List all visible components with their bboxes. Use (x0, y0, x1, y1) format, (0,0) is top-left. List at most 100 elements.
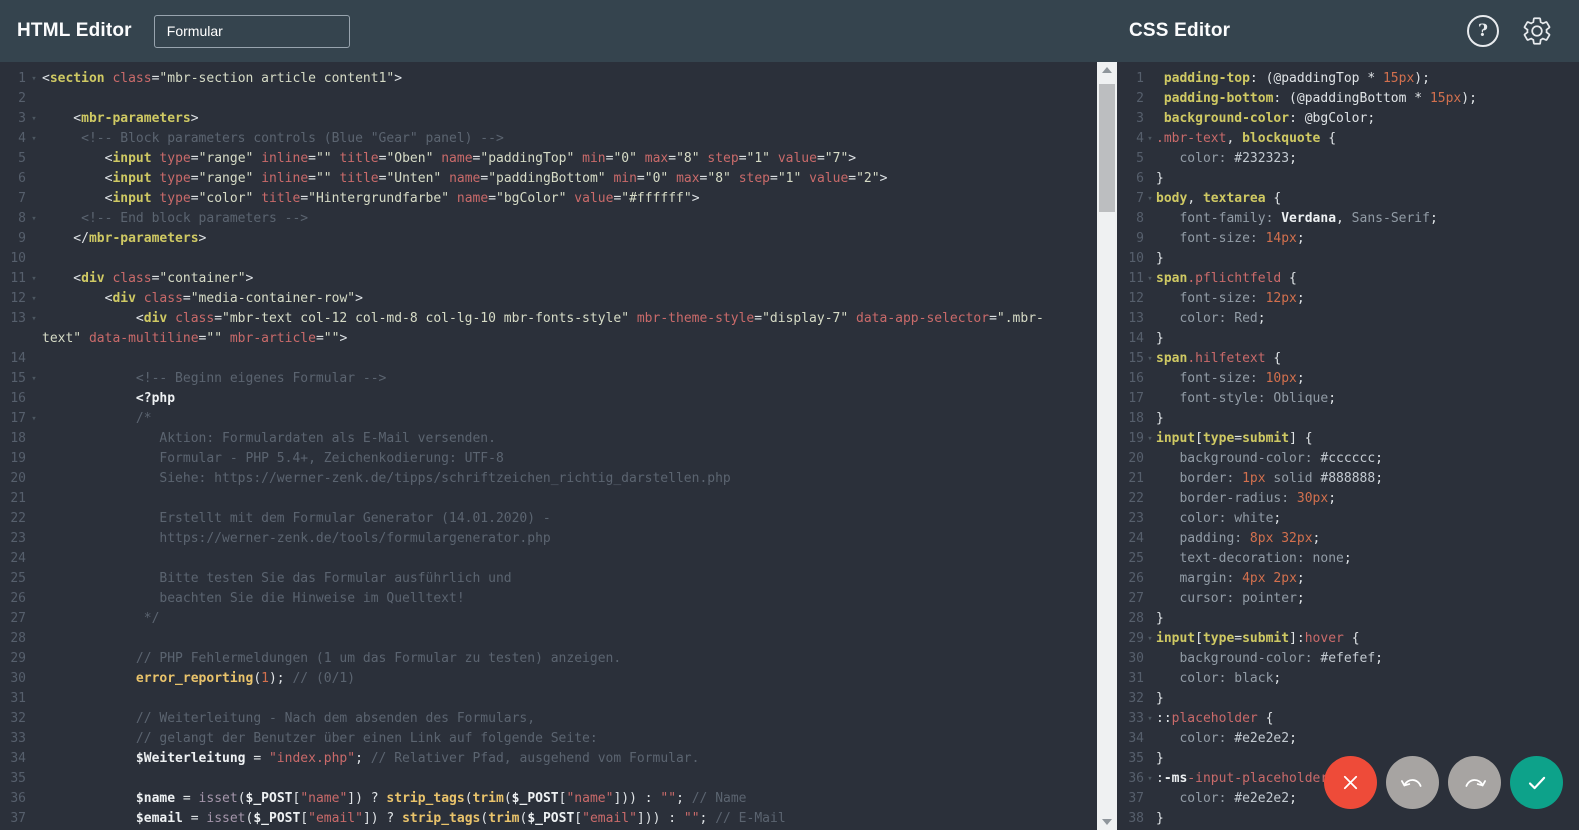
code-line[interactable]: 19▾input[type=submit] { (1117, 429, 1579, 449)
code-line[interactable]: 3 background-color: @bgColor; (1117, 109, 1579, 129)
code-line[interactable]: 5 color: #232323; (1117, 149, 1579, 169)
code-line[interactable]: 7▾body, textarea { (1117, 189, 1579, 209)
code-line[interactable]: 29 // PHP Fehlermeldungen (1 um das Form… (0, 649, 1104, 669)
code-line[interactable]: 4▾ <!-- Block parameters controls (Blue … (0, 129, 1104, 149)
code-line[interactable]: 34 color: #e2e2e2; (1117, 729, 1579, 749)
code-line[interactable]: 1▾<section class="mbr-section article co… (0, 69, 1104, 89)
code-line[interactable]: 32 // Weiterleitung - Nach dem absenden … (0, 709, 1104, 729)
code-line[interactable]: 2 (0, 89, 1104, 109)
code-line[interactable]: 13▾ <div class="mbr-text col-12 col-md-8… (0, 309, 1104, 329)
fold-arrow-icon[interactable]: ▾ (26, 69, 42, 89)
code-line[interactable]: 20 Siehe: https://werner-zenk.de/tipps/s… (0, 469, 1104, 489)
code-line[interactable]: 23 https://werner-zenk.de/tools/formular… (0, 529, 1104, 549)
code-line[interactable]: 28} (1117, 609, 1579, 629)
fold-arrow-icon[interactable]: ▾ (1144, 189, 1156, 209)
code-line[interactable]: 36 $name = isset($_POST["name"]) ? strip… (0, 789, 1104, 809)
fold-arrow-icon[interactable]: ▾ (1144, 269, 1156, 289)
fold-arrow-icon[interactable]: ▾ (1144, 629, 1156, 649)
fold-arrow-icon[interactable]: ▾ (26, 209, 42, 229)
fold-arrow-icon[interactable]: ▾ (1144, 429, 1156, 449)
code-line[interactable]: 30 error_reporting(1); // (0/1) (0, 669, 1104, 689)
fold-arrow-icon[interactable]: ▾ (1144, 709, 1156, 729)
code-line[interactable]: 6} (1117, 169, 1579, 189)
code-line[interactable]: 10 (0, 249, 1104, 269)
code-line[interactable]: 2 padding-bottom: (@paddingBottom * 15px… (1117, 89, 1579, 109)
code-line[interactable]: 26 margin: 4px 2px; (1117, 569, 1579, 589)
fold-arrow-icon[interactable]: ▾ (26, 269, 42, 289)
code-line[interactable]: 27 cursor: pointer; (1117, 589, 1579, 609)
code-line[interactable]: 18 Aktion: Formulardaten als E-Mail vers… (0, 429, 1104, 449)
html-editor-scrollbar[interactable] (1097, 62, 1117, 830)
scrollbar-thumb[interactable] (1099, 84, 1115, 212)
fold-arrow-icon[interactable]: ▾ (26, 309, 42, 329)
code-line[interactable]: 37 $email = isset($_POST["email"]) ? str… (0, 809, 1104, 829)
fold-arrow-icon[interactable]: ▾ (26, 129, 42, 149)
code-line[interactable]: 27 */ (0, 609, 1104, 629)
code-line[interactable]: 11▾span.pflichtfeld { (1117, 269, 1579, 289)
code-line[interactable]: 8▾ <!-- End block parameters --> (0, 209, 1104, 229)
code-line[interactable]: 19 Formular - PHP 5.4+, Zeichenkodierung… (0, 449, 1104, 469)
code-line[interactable]: 31 color: black; (1117, 669, 1579, 689)
fold-arrow-icon[interactable]: ▾ (1144, 349, 1156, 369)
code-line[interactable]: 16 <?php (0, 389, 1104, 409)
fold-arrow-icon[interactable]: ▾ (1144, 769, 1156, 789)
css-code-area[interactable]: 1 padding-top: (@paddingTop * 15px);2 pa… (1104, 62, 1579, 830)
html-code-area[interactable]: 1▾<section class="mbr-section article co… (0, 62, 1104, 830)
code-line[interactable]: 33 // gelangt der Benutzer über einen Li… (0, 729, 1104, 749)
help-icon[interactable]: ? (1467, 15, 1499, 47)
scroll-up-icon[interactable] (1097, 62, 1117, 78)
code-line[interactable]: 25 text-decoration: none; (1117, 549, 1579, 569)
code-line[interactable]: 22 Erstellt mit dem Formular Generator (… (0, 509, 1104, 529)
code-line[interactable]: 29▾input[type=submit]:hover { (1117, 629, 1579, 649)
code-line[interactable]: 22 border-radius: 30px; (1117, 489, 1579, 509)
code-line[interactable]: 4▾.mbr-text, blockquote { (1117, 129, 1579, 149)
block-name-input[interactable] (154, 15, 350, 48)
code-line[interactable]: 24 padding: 8px 32px; (1117, 529, 1579, 549)
code-line[interactable]: 10} (1117, 249, 1579, 269)
code-line[interactable]: 5 <input type="range" inline="" title="O… (0, 149, 1104, 169)
code-line[interactable]: 18} (1117, 409, 1579, 429)
code-line[interactable]: 26 beachten Sie die Hinweise im Quelltex… (0, 589, 1104, 609)
code-line[interactable]: 9 font-size: 14px; (1117, 229, 1579, 249)
discard-button[interactable] (1324, 756, 1377, 809)
code-line[interactable]: 38} (1117, 809, 1579, 829)
code-line[interactable]: 17▾ /* (0, 409, 1104, 429)
code-line[interactable]: 11▾ <div class="container"> (0, 269, 1104, 289)
code-line[interactable]: 16 font-size: 10px; (1117, 369, 1579, 389)
gear-icon[interactable] (1521, 15, 1553, 47)
code-line[interactable]: text" data-multiline="" mbr-article=""> (0, 329, 1104, 349)
code-line[interactable]: 28 (0, 629, 1104, 649)
fold-arrow-icon[interactable]: ▾ (26, 409, 42, 429)
code-line[interactable]: 21 (0, 489, 1104, 509)
code-line[interactable]: 33▾::placeholder { (1117, 709, 1579, 729)
fold-arrow-icon[interactable]: ▾ (26, 109, 42, 129)
fold-arrow-icon[interactable]: ▾ (1144, 129, 1156, 149)
code-line[interactable]: 30 background-color: #efefef; (1117, 649, 1579, 669)
code-line[interactable]: 13 color: Red; (1117, 309, 1579, 329)
code-line[interactable]: 14} (1117, 329, 1579, 349)
code-line[interactable]: 15▾ <!-- Beginn eigenes Formular --> (0, 369, 1104, 389)
code-line[interactable]: 32} (1117, 689, 1579, 709)
code-line[interactable]: 21 border: 1px solid #888888; (1117, 469, 1579, 489)
redo-button[interactable] (1448, 756, 1501, 809)
code-line[interactable]: 17 font-style: Oblique; (1117, 389, 1579, 409)
code-line[interactable]: 12 font-size: 12px; (1117, 289, 1579, 309)
code-line[interactable]: 1 padding-top: (@paddingTop * 15px); (1117, 69, 1579, 89)
code-line[interactable]: 15▾span.hilfetext { (1117, 349, 1579, 369)
scroll-down-icon[interactable] (1097, 814, 1117, 830)
code-line[interactable]: 14 (0, 349, 1104, 369)
code-line[interactable]: 3▾ <mbr-parameters> (0, 109, 1104, 129)
code-line[interactable]: 6 <input type="range" inline="" title="U… (0, 169, 1104, 189)
undo-button[interactable] (1386, 756, 1439, 809)
code-line[interactable]: 7 <input type="color" title="Hintergrund… (0, 189, 1104, 209)
code-line[interactable]: 35 (0, 769, 1104, 789)
code-line[interactable]: 20 background-color: #cccccc; (1117, 449, 1579, 469)
fold-arrow-icon[interactable]: ▾ (26, 369, 42, 389)
code-line[interactable]: 23 color: white; (1117, 509, 1579, 529)
code-line[interactable]: 25 Bitte testen Sie das Formular ausführ… (0, 569, 1104, 589)
code-line[interactable]: 9 </mbr-parameters> (0, 229, 1104, 249)
code-line[interactable]: 24 (0, 549, 1104, 569)
confirm-button[interactable] (1510, 756, 1563, 809)
code-line[interactable]: 8 font-family: Verdana, Sans-Serif; (1117, 209, 1579, 229)
code-line[interactable]: 12▾ <div class="media-container-row"> (0, 289, 1104, 309)
